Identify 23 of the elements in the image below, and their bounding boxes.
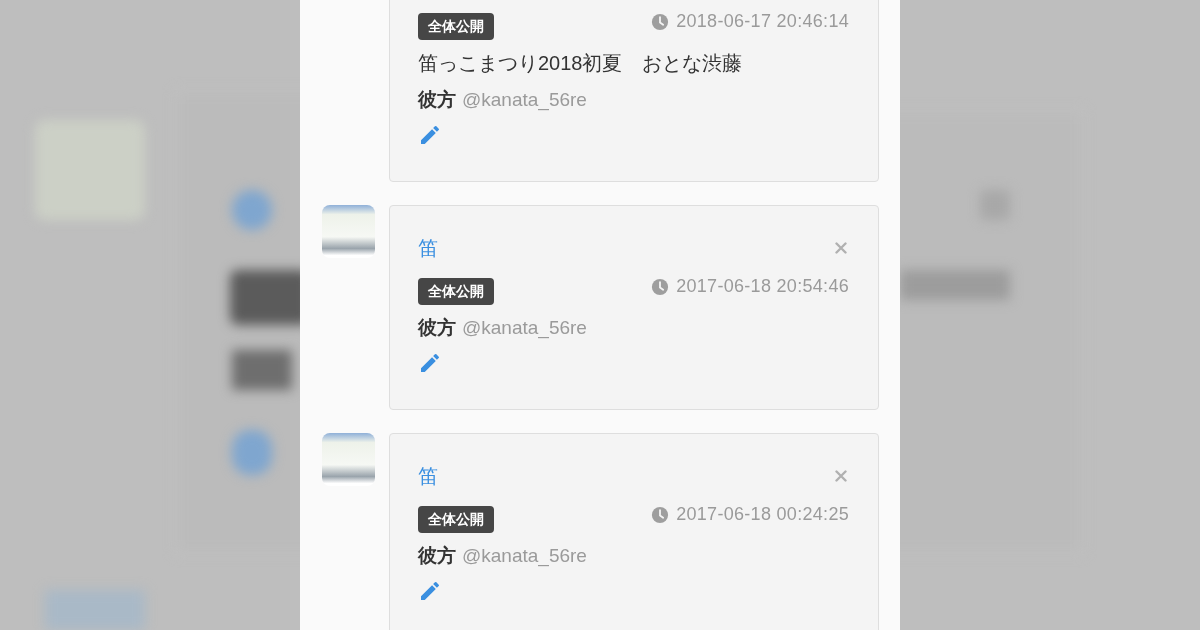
visibility-badge: 全体公開 xyxy=(418,278,494,305)
author-name: 彼方 xyxy=(418,544,456,568)
visibility-badge: 全体公開 xyxy=(418,506,494,533)
post-text: 笛っこまつり2018初夏 おとな渋藤 xyxy=(418,51,744,76)
author-handle: @kanata_56re xyxy=(462,89,587,111)
timestamp: 2018-06-17 20:46:14 xyxy=(676,11,849,32)
author-name: 彼方 xyxy=(418,316,456,340)
clock-icon xyxy=(651,12,670,31)
author-handle: @kanata_56re xyxy=(462,317,587,339)
timestamp: 2017-06-18 20:54:46 xyxy=(676,276,849,297)
author-handle: @kanata_56re xyxy=(462,545,587,567)
pencil-icon[interactable] xyxy=(418,579,442,603)
clock-icon xyxy=(651,277,670,296)
post-title-link[interactable]: 笛 xyxy=(418,462,438,490)
author-name: 彼方 xyxy=(418,88,456,112)
close-icon[interactable] xyxy=(833,468,849,484)
pencil-icon[interactable] xyxy=(418,351,442,375)
timestamp: 2017-06-18 00:24:25 xyxy=(676,504,849,525)
clock-icon xyxy=(651,505,670,524)
close-icon[interactable] xyxy=(833,240,849,256)
pencil-icon[interactable] xyxy=(418,123,442,147)
visibility-badge: 全体公開 xyxy=(418,13,494,40)
post-title-link[interactable]: 笛 xyxy=(418,234,438,262)
